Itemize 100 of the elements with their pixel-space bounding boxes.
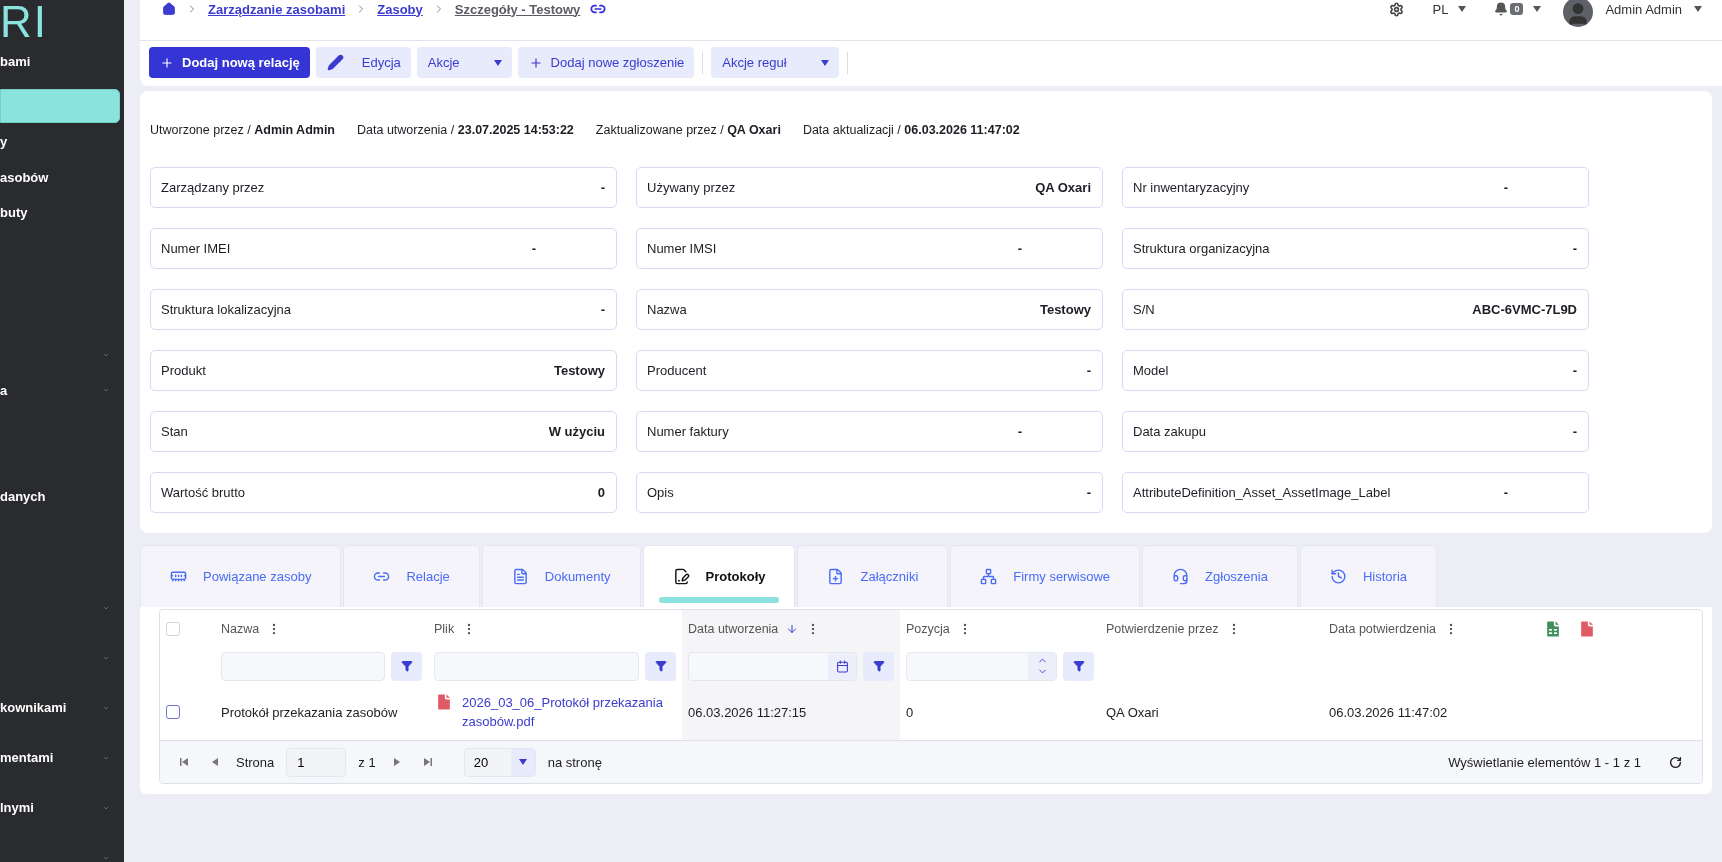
table-cell: 06.03.2026 11:27:15 bbox=[688, 704, 807, 720]
toolbar-button[interactable]: Akcje reguł bbox=[711, 47, 839, 78]
pager-summary: Wyświetlanie elementów 1 - 1 z 1 bbox=[1448, 754, 1641, 770]
sidebar-item[interactable]: y bbox=[0, 134, 8, 150]
toolbar-button[interactable]: Akcje bbox=[416, 47, 512, 78]
filter-button[interactable] bbox=[391, 651, 422, 681]
filter-icon bbox=[400, 660, 413, 672]
field-value: ABC-6VMC-7L9D bbox=[1472, 302, 1577, 317]
field-value: 0 bbox=[597, 485, 605, 500]
filter-input[interactable] bbox=[221, 651, 385, 681]
caret-icon bbox=[1694, 6, 1702, 12]
calendar-icon[interactable] bbox=[835, 659, 849, 673]
field-value: - bbox=[1086, 363, 1091, 378]
field-label: Opis bbox=[647, 485, 674, 500]
notification-count: 0 bbox=[1510, 3, 1524, 15]
tab[interactable]: Protokoły bbox=[642, 545, 796, 607]
date-filter-input[interactable] bbox=[688, 651, 857, 681]
caret-icon bbox=[1533, 6, 1542, 12]
field-label: Numer faktury bbox=[647, 424, 729, 439]
field-value: - bbox=[1572, 424, 1577, 439]
pencil-icon bbox=[326, 54, 344, 71]
sidebar-item[interactable]: danych bbox=[0, 489, 46, 505]
meta-text: Zaktualizowane przez / QA Oxari bbox=[595, 123, 781, 137]
sidebar-item[interactable]: mentami bbox=[0, 750, 54, 765]
field-value: - bbox=[1572, 241, 1577, 256]
field-label: Numer IMEI bbox=[161, 241, 231, 256]
field-label: Stan bbox=[161, 424, 188, 439]
user-menu[interactable]: Admin Admin bbox=[1605, 1, 1702, 17]
tab[interactable]: Załączniki bbox=[797, 545, 949, 607]
hierarchy-icon bbox=[980, 568, 998, 585]
filter-icon bbox=[872, 660, 885, 672]
per-page-label: na stronę bbox=[547, 754, 602, 770]
notifications-button[interactable]: 0 bbox=[1494, 2, 1542, 16]
tab[interactable]: Relacje bbox=[343, 545, 480, 607]
field-label: Struktura organizacyjna bbox=[1133, 241, 1270, 256]
field-label: Producent bbox=[647, 363, 707, 378]
filter-button[interactable] bbox=[645, 651, 676, 681]
file-link[interactable]: 2026_03_06_Protokół przekazania zasobów.pdf bbox=[462, 693, 676, 731]
plus-icon bbox=[528, 55, 543, 70]
field-value: - bbox=[1086, 485, 1091, 500]
column-header[interactable]: Data potwierdzenia bbox=[1329, 622, 1436, 636]
sidebar-item[interactable]: bami bbox=[0, 54, 31, 70]
table-cell: 06.03.2026 11:47:02 bbox=[1329, 704, 1448, 720]
meta-text: Utworzone przez / Admin Admin bbox=[150, 123, 335, 137]
field-label: Używany przez bbox=[647, 180, 736, 195]
number-filter-input[interactable] bbox=[906, 651, 1057, 681]
breadcrumb-link[interactable]: Szczegóły - Testowy bbox=[454, 1, 581, 17]
breadcrumb-link[interactable]: Zasoby bbox=[377, 1, 423, 17]
headset-icon bbox=[1172, 568, 1190, 585]
table-cell: QA Oxari bbox=[1106, 704, 1159, 720]
breadcrumb-link[interactable]: Zarządzanie zasobami bbox=[208, 1, 346, 17]
tab[interactable]: Zgłoszenia bbox=[1142, 545, 1298, 607]
column-header[interactable]: Nazwa bbox=[221, 622, 260, 636]
column-header[interactable]: Plik bbox=[434, 622, 455, 636]
language-dropdown[interactable]: PL bbox=[1432, 1, 1467, 17]
column-header[interactable]: Data utworzenia bbox=[688, 622, 779, 636]
field-value: - bbox=[1017, 424, 1022, 439]
field-label: Data zakupu bbox=[1133, 424, 1206, 439]
page-input[interactable]: 1 bbox=[286, 747, 347, 777]
filter-input[interactable] bbox=[434, 651, 639, 681]
field-value: QA Oxari bbox=[1035, 180, 1091, 195]
tab[interactable]: Firmy serwisowe bbox=[950, 545, 1141, 607]
avatar-icon bbox=[1563, 0, 1594, 27]
sidebar-item[interactable]: a bbox=[0, 382, 8, 398]
caret-icon bbox=[820, 59, 829, 66]
field-label: Model bbox=[1133, 363, 1169, 378]
sidebar-item[interactable]: lnymi bbox=[0, 800, 34, 815]
caret-icon bbox=[1458, 6, 1467, 12]
filter-icon bbox=[654, 660, 667, 672]
toolbar-button[interactable]: Dodaj nowe zgłoszenie bbox=[517, 47, 695, 78]
column-header[interactable]: Pozycja bbox=[906, 622, 950, 636]
field-label: Nazwa bbox=[647, 302, 687, 317]
page-size-dropdown[interactable]: 20 bbox=[463, 747, 536, 777]
toolbar-button[interactable]: Edycja bbox=[315, 47, 411, 78]
settings-icon[interactable] bbox=[1389, 1, 1405, 17]
field-label: Zarządzany przez bbox=[161, 180, 265, 195]
checkbox[interactable] bbox=[166, 705, 180, 719]
bell-icon bbox=[1494, 2, 1509, 16]
sidebar-item[interactable]: asobów bbox=[0, 169, 49, 185]
filter-button[interactable] bbox=[1063, 651, 1094, 681]
tab[interactable]: Dokumenty bbox=[481, 545, 641, 607]
sidebar-item[interactable]: buty bbox=[0, 205, 28, 221]
home-icon[interactable] bbox=[162, 2, 176, 16]
table-cell: Protokół przekazania zasobów bbox=[221, 704, 398, 720]
sidebar-item[interactable] bbox=[0, 89, 120, 124]
field-value: - bbox=[531, 241, 536, 256]
column-header[interactable]: Potwierdzenie przez bbox=[1106, 622, 1219, 636]
toolbar-button[interactable]: Dodaj nową relację bbox=[149, 47, 310, 78]
tab[interactable]: Historia bbox=[1299, 545, 1438, 607]
page-count: z 1 bbox=[358, 754, 376, 770]
field-label: Produkt bbox=[161, 363, 206, 378]
tab[interactable]: Powiązane zasoby bbox=[140, 545, 342, 607]
meta-text: Data aktualizacji / 06.03.2026 11:47:02 bbox=[802, 123, 1020, 137]
field-value: - bbox=[600, 180, 605, 195]
file-plus-icon bbox=[827, 568, 845, 585]
field-value: - bbox=[600, 302, 605, 317]
field-label: Nr inwentaryzacyjny bbox=[1133, 180, 1250, 195]
filter-button[interactable] bbox=[863, 651, 894, 681]
sidebar-item[interactable]: kownikami bbox=[0, 700, 67, 715]
field-value: W użyciu bbox=[548, 424, 605, 439]
